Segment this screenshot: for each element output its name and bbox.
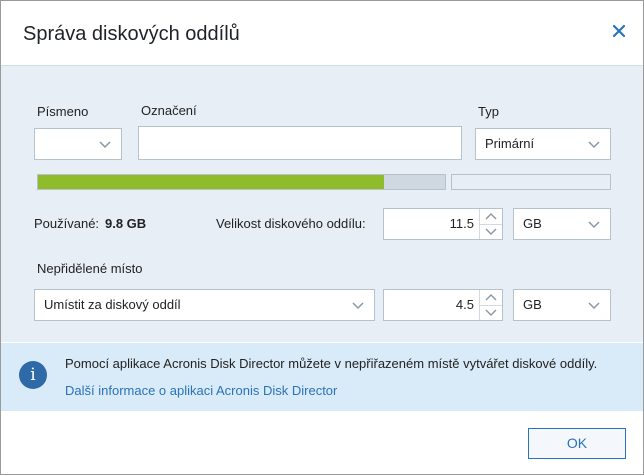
unallocated-size-input[interactable]: 4.5 [383, 289, 503, 321]
partition-size-unit-dropdown[interactable]: GB [513, 208, 611, 240]
type-label: Typ [478, 104, 499, 119]
unallocated-size-stepper[interactable] [479, 290, 502, 320]
label-input[interactable] [138, 126, 462, 160]
stepper-down-button[interactable] [480, 305, 502, 320]
dialog-body: Písmeno Označení Typ Primární Používané:… [1, 66, 643, 342]
letter-label: Písmeno [37, 104, 89, 119]
chevron-up-icon [485, 213, 497, 220]
dialog-header: Správa diskových oddílů [1, 1, 643, 66]
partition-size-stepper[interactable] [479, 209, 502, 239]
partition-size-value: 11.5 [449, 216, 474, 231]
used-value: 9.8 GB [105, 216, 147, 231]
stepper-up-button[interactable] [480, 290, 502, 306]
partition-size-bar[interactable] [37, 174, 446, 190]
type-dropdown[interactable]: Primární [475, 128, 611, 160]
chevron-down-icon [485, 309, 497, 316]
info-banner: i Pomocí aplikace Acronis Disk Director … [1, 343, 643, 411]
info-icon: i [19, 361, 47, 389]
partition-size-label: Velikost diskového oddílu: [216, 216, 366, 231]
type-value: Primární [485, 136, 535, 151]
chevron-down-icon [485, 228, 497, 235]
partition-size-unit: GB [523, 216, 542, 231]
unallocated-size-value: 4.5 [455, 297, 474, 312]
chevron-down-icon [588, 141, 600, 149]
dialog-footer: OK [1, 411, 643, 474]
unallocated-bar [451, 174, 611, 190]
ok-button[interactable]: OK [528, 428, 626, 459]
chevron-down-icon [99, 141, 111, 149]
unallocated-placement-value: Umístit za diskový oddíl [44, 297, 181, 312]
partition-size-input[interactable]: 11.5 [383, 208, 503, 240]
letter-dropdown[interactable] [34, 128, 122, 160]
partition-dialog: Správa diskových oddílů Písmeno Označení… [0, 0, 644, 475]
used-label: Používané: [34, 216, 100, 231]
close-icon[interactable] [609, 21, 629, 41]
chevron-down-icon [352, 302, 364, 310]
chevron-down-icon [588, 221, 600, 229]
unallocated-placement-dropdown[interactable]: Umístit za diskový oddíl [34, 289, 375, 321]
stepper-down-button[interactable] [480, 224, 502, 239]
chevron-up-icon [485, 294, 497, 301]
info-link[interactable]: Další informace o aplikaci Acronis Disk … [65, 383, 337, 398]
unallocated-unit-dropdown[interactable]: GB [513, 289, 611, 321]
label-label: Označení [141, 103, 197, 118]
chevron-down-icon [588, 302, 600, 310]
unallocated-unit: GB [523, 297, 542, 312]
partition-size-bar-fill [38, 175, 384, 189]
info-text: Pomocí aplikace Acronis Disk Director mů… [65, 356, 598, 371]
dialog-title: Správa diskových oddílů [23, 23, 240, 45]
unallocated-label: Nepřidělené místo [37, 261, 143, 276]
stepper-up-button[interactable] [480, 209, 502, 225]
